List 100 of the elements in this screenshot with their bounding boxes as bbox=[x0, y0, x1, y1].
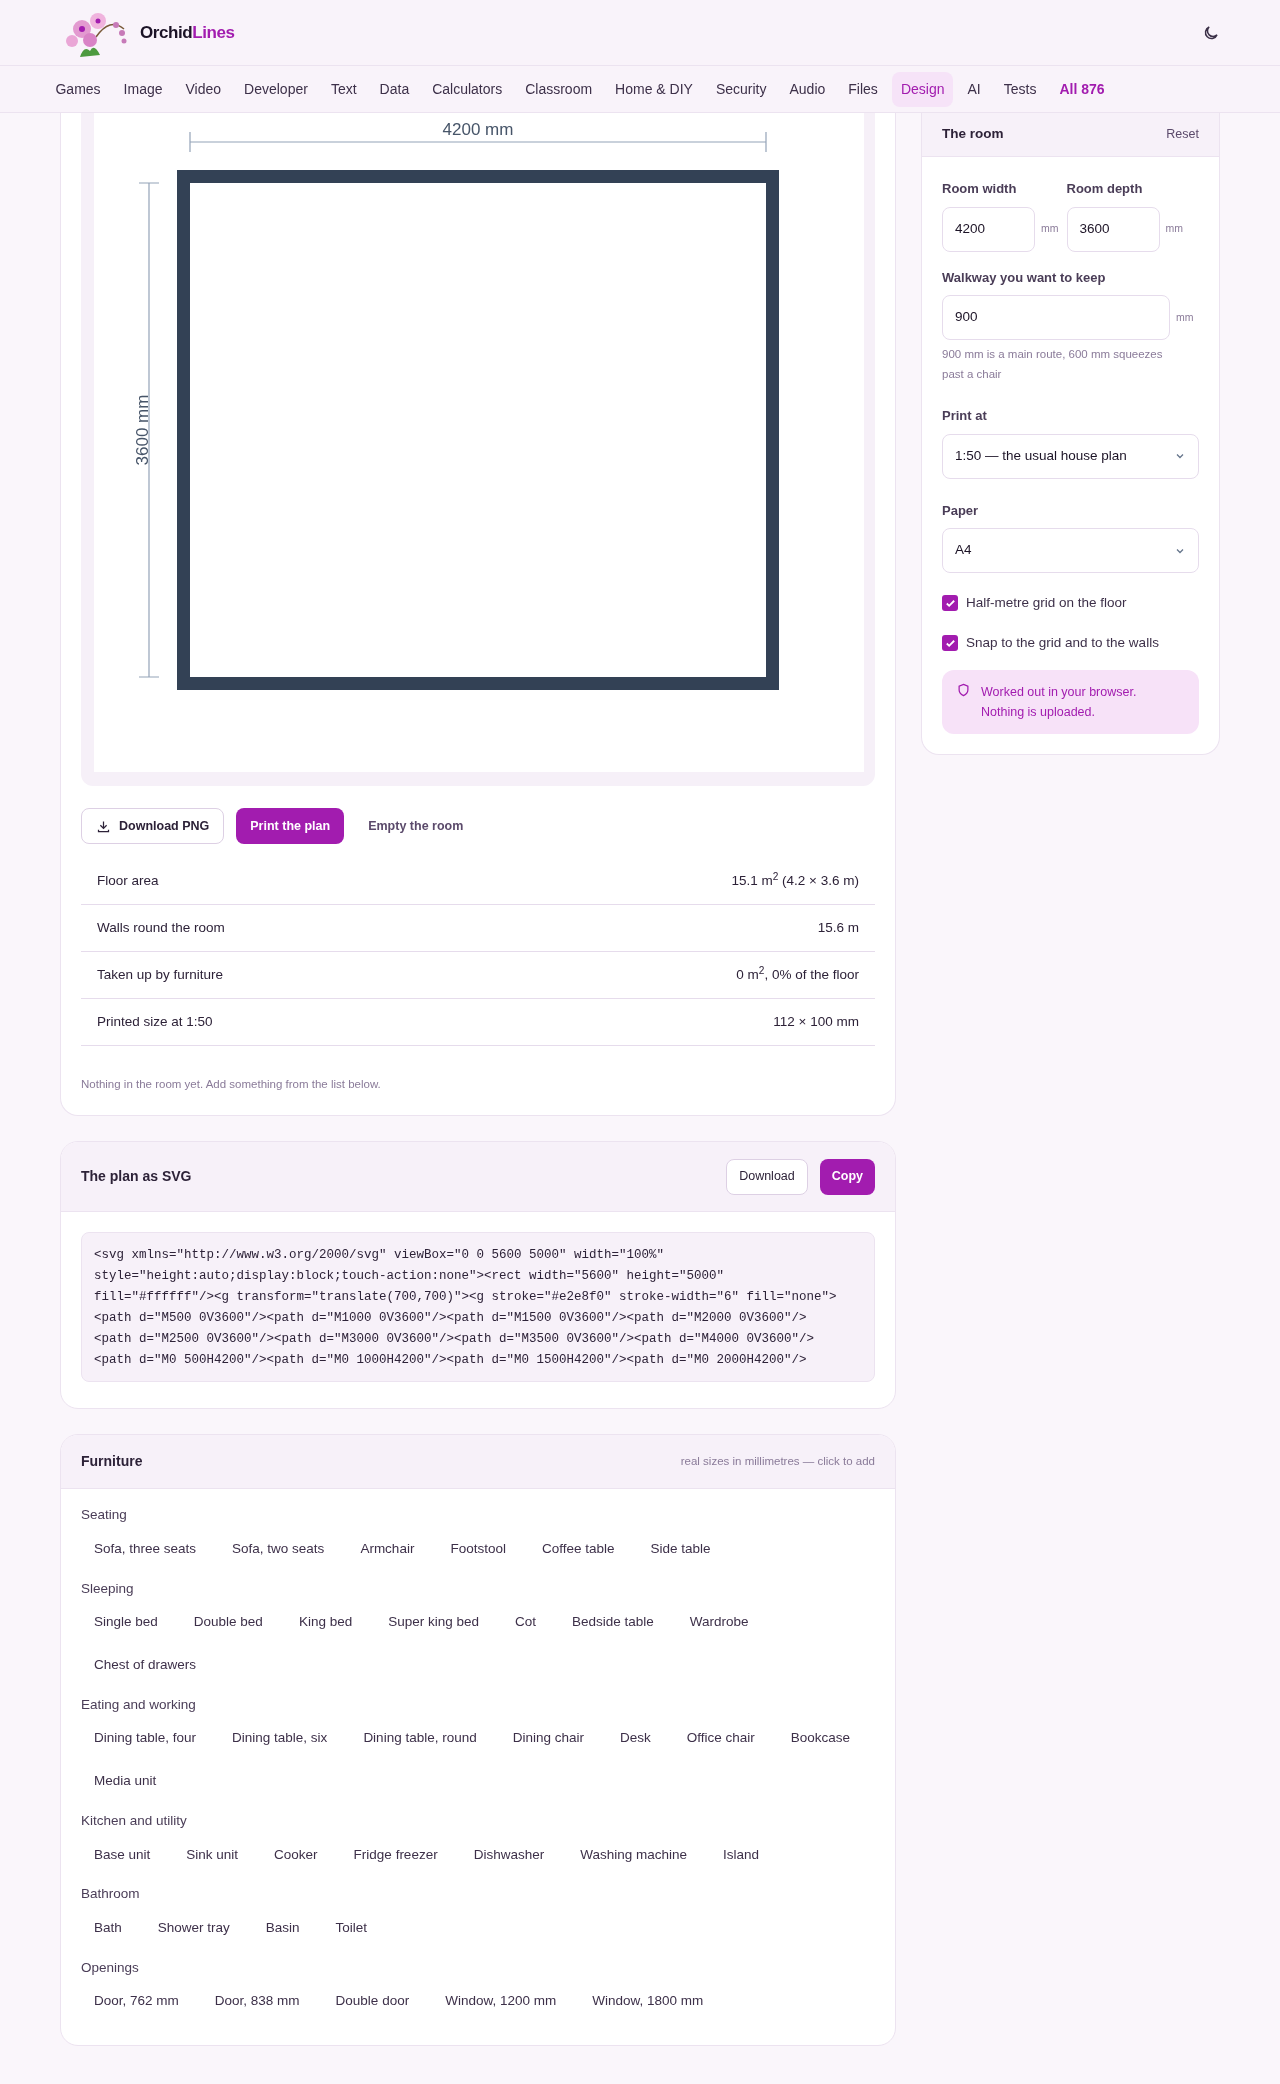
furniture-item[interactable]: Dining table, four bbox=[81, 1721, 210, 1756]
furniture-item[interactable]: Window, 1800 mm bbox=[579, 1983, 717, 2019]
dropdown[interactable]: A4 bbox=[942, 528, 1199, 573]
furniture-item[interactable]: Bedside table bbox=[559, 1604, 667, 1640]
download-png-button[interactable]: Download PNG bbox=[81, 808, 225, 844]
brand-name[interactable]: Orchid bbox=[140, 19, 193, 46]
svg-code-field[interactable]: <svg xmlns="http://www.w3.org/2000/svg" viewBox="0 0 5600 5000" width="100%" style="height:auto;display:block;touch-action:none"><rect width="5600" height="5000" fill="#ffffff"/><g transform="translate(700,700)"><g stroke="#e2e8f0" stroke-width="6" fill="none"> <path d="M500 0V3600"/><path d="M1000 0V3600"/><path d="M1500 0V3600"/><path d="M2000 0V3600"/> <path d="M2500 0V3600"/><path d="M3000 0V3600"/><path d="M3500 0V3600"/><path d="M4000 0V3600"/> <path d="M0 500H4200"/><path d="M0 1000H4200"/><path d="M0 1500H4200"/><path d="M0 2000H4200"/> bbox=[81, 1232, 875, 1383]
nav-link[interactable]: Text bbox=[321, 71, 366, 107]
nav-link[interactable]: All 876 bbox=[1050, 71, 1114, 107]
category-heading: Openings bbox=[81, 1958, 140, 1977]
furniture-item[interactable]: Shower tray bbox=[144, 1910, 243, 1946]
stat-label: Floor area bbox=[97, 871, 159, 890]
nav-link[interactable]: Files bbox=[839, 71, 887, 107]
nav-link[interactable]: Design bbox=[891, 71, 954, 107]
furniture-item[interactable]: Double door bbox=[322, 1983, 423, 2019]
dropdown[interactable]: 1:50 — the usual house plan bbox=[942, 433, 1199, 479]
nav-link[interactable]: AI bbox=[958, 71, 990, 107]
furniture-item[interactable]: Super king bed bbox=[375, 1604, 492, 1640]
dimension-label: 3600 mm bbox=[133, 394, 152, 466]
furniture-item[interactable]: Door, 838 mm bbox=[201, 1983, 313, 2019]
category-heading: Seating bbox=[81, 1506, 128, 1525]
furniture-item[interactable]: Desk bbox=[607, 1721, 664, 1756]
input-field[interactable]: 4200 bbox=[942, 206, 1035, 252]
stat-value: 0 m$^{2}$, 0% of the floor bbox=[736, 964, 859, 984]
furniture-item[interactable]: Dishwasher bbox=[460, 1837, 558, 1873]
privacy-text: Worked out in your browser. Nothing is uploaded. bbox=[981, 683, 1138, 721]
brand-name-accent[interactable]: Lines bbox=[192, 19, 235, 46]
furniture-hint: real sizes in millimetres — click to add bbox=[680, 1454, 875, 1470]
checkbox-label: Half-metre grid on the floor bbox=[966, 594, 1127, 612]
furniture-item[interactable]: Armchair bbox=[347, 1531, 428, 1567]
unit-label: mm bbox=[1165, 221, 1183, 237]
furniture-item[interactable]: Cooker bbox=[261, 1837, 331, 1873]
nav-link[interactable]: Classroom bbox=[516, 71, 602, 107]
nav-link[interactable]: Calculators bbox=[423, 71, 512, 107]
furniture-item[interactable]: Dining table, round bbox=[350, 1721, 490, 1756]
stat-value: 112 × 100 mm bbox=[773, 1012, 859, 1031]
unit-label: mm bbox=[1041, 221, 1059, 237]
furniture-item[interactable]: Bookcase bbox=[777, 1721, 864, 1756]
nav-link[interactable]: Games bbox=[46, 71, 110, 107]
category-heading: Sleeping bbox=[81, 1579, 135, 1598]
card-title: Furniture bbox=[81, 1452, 143, 1472]
input-field[interactable]: 900 bbox=[942, 295, 1170, 340]
nav-link[interactable]: Data bbox=[370, 71, 419, 107]
furniture-item[interactable]: Island bbox=[710, 1837, 773, 1873]
stat-value: 15.1 m$^{2}$ (4.2 × 3.6 m) bbox=[731, 870, 859, 890]
checkmark-icon bbox=[944, 637, 956, 649]
unit-label: mm bbox=[1176, 309, 1194, 325]
furniture-item[interactable]: Cot bbox=[502, 1604, 549, 1640]
furniture-item[interactable]: Single bed bbox=[81, 1604, 171, 1640]
furniture-item[interactable]: King bed bbox=[285, 1604, 366, 1640]
nav-link[interactable]: Tests bbox=[994, 71, 1046, 107]
nav-link[interactable]: Home & DIY bbox=[606, 71, 702, 107]
field-label: Print at bbox=[942, 407, 988, 425]
empty-room-button[interactable]: Empty the room bbox=[356, 808, 476, 844]
furniture-item[interactable]: Footstool bbox=[437, 1531, 519, 1567]
category-heading: Bathroom bbox=[81, 1885, 141, 1904]
furniture-item[interactable]: Side table bbox=[637, 1531, 724, 1567]
stat-label: Taken up by furniture bbox=[97, 965, 224, 984]
furniture-item[interactable]: Basin bbox=[252, 1910, 313, 1946]
furniture-item[interactable]: Coffee table bbox=[528, 1531, 628, 1567]
field-label: Paper bbox=[942, 501, 980, 520]
furniture-item[interactable]: Sofa, three seats bbox=[81, 1531, 210, 1567]
stat-label: Printed size at 1:50 bbox=[97, 1012, 213, 1031]
nav-link[interactable]: Developer bbox=[235, 71, 317, 107]
furniture-item[interactable]: Fridge freezer bbox=[340, 1837, 451, 1873]
nav-link[interactable]: Security bbox=[706, 71, 776, 107]
furniture-item[interactable]: Media unit bbox=[81, 1764, 170, 1799]
download-button[interactable]: Download bbox=[726, 1158, 808, 1195]
print-button[interactable]: Print the plan bbox=[236, 808, 345, 844]
dimension-label: 4200 mm bbox=[442, 120, 514, 139]
checkbox[interactable] bbox=[942, 595, 958, 612]
input-field[interactable]: 3600 bbox=[1066, 206, 1160, 252]
shield-icon bbox=[956, 681, 971, 698]
category-heading: Kitchen and utility bbox=[81, 1812, 188, 1830]
furniture-item[interactable]: Office chair bbox=[673, 1721, 768, 1756]
field-label: Room width bbox=[942, 180, 1018, 198]
stat-label: Walls round the room bbox=[97, 918, 225, 937]
checkbox-label: Snap to the grid and to the walls bbox=[966, 634, 1159, 653]
nav-link[interactable]: Video bbox=[176, 71, 231, 107]
furniture-item[interactable]: Wardrobe bbox=[676, 1604, 762, 1640]
checkbox[interactable] bbox=[942, 635, 958, 652]
furniture-item[interactable]: Door, 762 mm bbox=[81, 1983, 192, 2019]
furniture-item[interactable]: Base unit bbox=[81, 1837, 164, 1873]
nav-link[interactable]: Image bbox=[114, 71, 172, 107]
card-title: The plan as SVG bbox=[81, 1167, 192, 1187]
nav-link[interactable]: Audio bbox=[780, 71, 835, 107]
furniture-item[interactable]: Double bed bbox=[180, 1604, 276, 1640]
stat-value: 15.6 m bbox=[817, 918, 859, 937]
furniture-item[interactable]: Dining table, six bbox=[219, 1721, 341, 1756]
checkmark-icon bbox=[944, 597, 956, 609]
furniture-item[interactable]: Bath bbox=[81, 1910, 135, 1946]
furniture-item[interactable]: Dining chair bbox=[499, 1721, 597, 1756]
furniture-item[interactable]: Window, 1200 mm bbox=[432, 1983, 570, 2019]
furniture-item[interactable]: Washing machine bbox=[567, 1837, 700, 1873]
furniture-item[interactable]: Toilet bbox=[322, 1910, 381, 1946]
copy-button[interactable]: Copy bbox=[819, 1158, 875, 1195]
reset-button[interactable]: Reset bbox=[1166, 125, 1199, 144]
furniture-item[interactable]: Sofa, two seats bbox=[219, 1531, 338, 1567]
furniture-item[interactable]: Chest of drawers bbox=[81, 1647, 210, 1683]
furniture-item[interactable]: Sink unit bbox=[173, 1837, 252, 1873]
